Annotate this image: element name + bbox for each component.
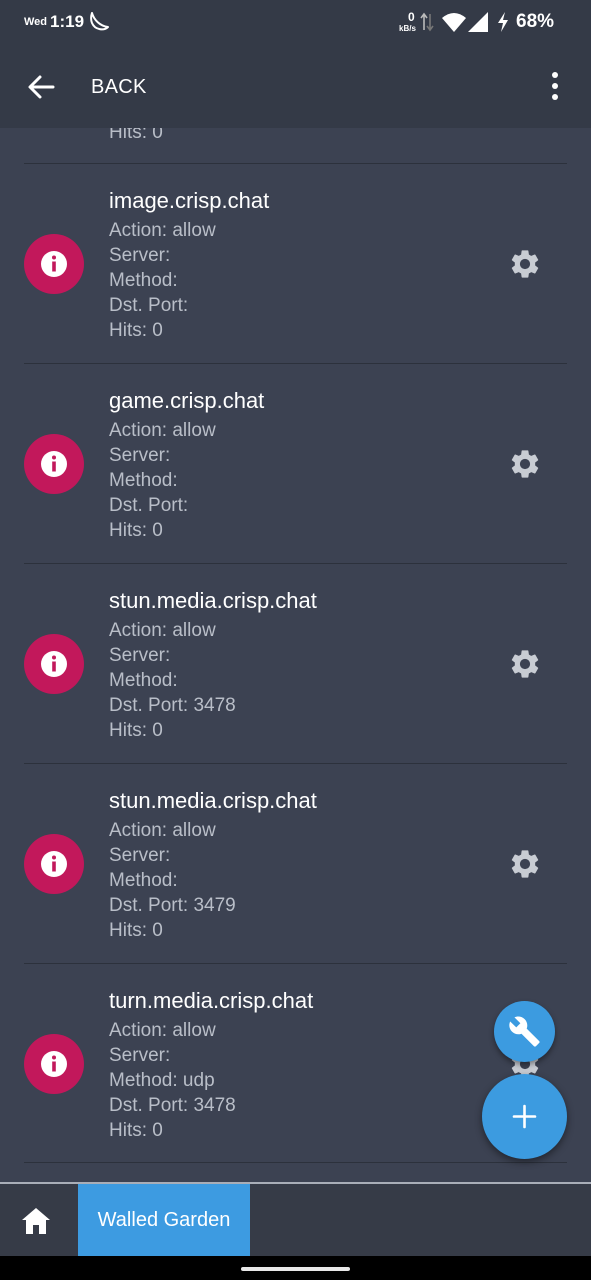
do-not-disturb-moon-icon [90, 12, 109, 31]
rule-port: Dst. Port: 3478 [109, 1095, 236, 1116]
rule-method: Method: udp [109, 1070, 215, 1091]
home-icon[interactable] [20, 1206, 52, 1236]
list-item[interactable]: game.crisp.chat Action: allow Server: Me… [0, 364, 591, 564]
info-icon[interactable] [24, 234, 84, 294]
rule-port: Dst. Port: 3479 [109, 895, 236, 916]
rule-domain: stun.media.crisp.chat [109, 788, 317, 813]
rule-port: Dst. Port: [109, 495, 189, 516]
network-speed-indicator: 0 kB/s [396, 10, 440, 36]
gear-icon[interactable] [508, 247, 542, 281]
overflow-menu-icon[interactable] [540, 70, 570, 102]
wifi-icon [442, 13, 466, 32]
back-arrow-icon[interactable] [26, 72, 56, 102]
battery-percentage: 68% [516, 11, 555, 32]
gesture-bar [0, 1256, 591, 1280]
app-bar: BACK [0, 46, 591, 128]
rule-action: Action: allow [109, 1020, 216, 1041]
screen: Wed 1:19 0 kB/s 68% BACK Hits: 0 image.c… [0, 0, 591, 1280]
rule-action: Action: allow [109, 220, 216, 241]
rule-domain: game.crisp.chat [109, 388, 265, 413]
rule-action: Action: allow [109, 620, 216, 641]
data-transfer-arrows-icon [420, 12, 434, 32]
rule-server: Server: [109, 1045, 171, 1066]
info-icon[interactable] [24, 834, 84, 894]
cellular-signal-icon [468, 12, 488, 32]
rule-domain: stun.media.crisp.chat [109, 588, 317, 613]
rule-hits: Hits: 0 [109, 720, 163, 741]
tools-fab-button[interactable] [494, 1001, 555, 1062]
charging-bolt-icon [498, 12, 508, 32]
rule-port: Dst. Port: [109, 295, 189, 316]
tab-walled-garden[interactable]: Walled Garden [78, 1184, 250, 1256]
rule-method: Method: [109, 670, 178, 691]
info-icon[interactable] [24, 634, 84, 694]
rule-hits: Hits: 0 [109, 520, 163, 541]
back-button[interactable]: BACK [91, 76, 147, 99]
home-gesture-pill[interactable] [241, 1267, 350, 1271]
status-bar: Wed 1:19 0 kB/s 68% [0, 0, 591, 46]
rule-action: Action: allow [109, 820, 216, 841]
list-item[interactable]: image.crisp.chat Action: allow Server: M… [0, 164, 591, 364]
rule-server: Server: [109, 845, 171, 866]
gear-icon[interactable] [508, 647, 542, 681]
gear-icon[interactable] [508, 447, 542, 481]
rule-port: Dst. Port: 3478 [109, 695, 236, 716]
rule-hits: Hits: 0 [109, 920, 163, 941]
status-day: Wed [24, 16, 48, 28]
list-item[interactable]: stun.media.crisp.chat Action: allow Serv… [0, 564, 591, 764]
rule-method: Method: [109, 470, 178, 491]
rule-server: Server: [109, 645, 171, 666]
network-speed-unit: kB/s [399, 24, 416, 33]
rule-method: Method: [109, 270, 178, 291]
rule-action: Action: allow [109, 420, 216, 441]
rule-domain: image.crisp.chat [109, 188, 270, 213]
bottom-navigation: Walled Garden [0, 1182, 591, 1256]
rule-server: Server: [109, 445, 171, 466]
rule-hits: Hits: 0 [109, 1120, 163, 1141]
plus-icon [512, 1104, 537, 1129]
info-icon[interactable] [24, 434, 84, 494]
rule-server: Server: [109, 245, 171, 266]
info-icon[interactable] [24, 1034, 84, 1094]
partial-rule-hits: Hits: 0 [109, 128, 163, 143]
list-item[interactable]: stun.media.crisp.chat Action: allow Serv… [0, 764, 591, 964]
list-divider [24, 1162, 567, 1163]
rule-method: Method: [109, 870, 178, 891]
gear-icon[interactable] [508, 847, 542, 881]
rule-domain: turn.media.crisp.chat [109, 988, 314, 1013]
status-time: 1:19 [50, 12, 85, 31]
add-rule-fab-button[interactable] [482, 1074, 567, 1159]
wrench-icon [509, 1016, 540, 1047]
rule-hits: Hits: 0 [109, 320, 163, 341]
network-speed-value: 0 [408, 10, 415, 24]
